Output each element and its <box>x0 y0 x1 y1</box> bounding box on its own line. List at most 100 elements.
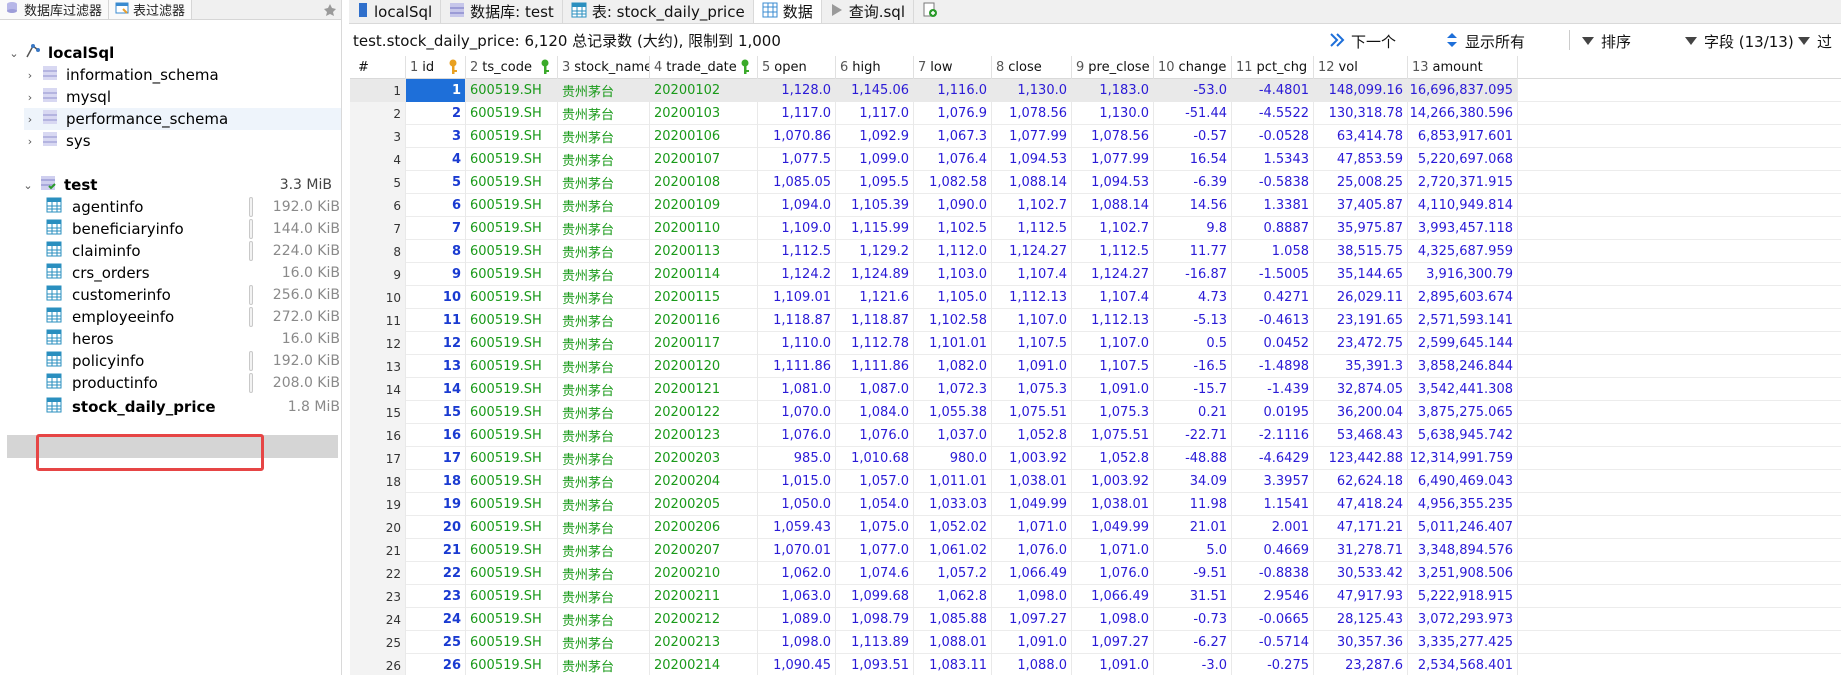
table-cell[interactable]: 148,099.16 <box>1314 79 1408 102</box>
table-cell[interactable]: 1,118.87 <box>836 309 914 332</box>
column-header[interactable]: 3 stock_name <box>558 56 650 79</box>
table-cell[interactable]: 1,118.87 <box>758 309 836 332</box>
table-cell[interactable]: 2,720,371.915 <box>1408 171 1518 194</box>
table-cell[interactable]: 6,490,469.043 <box>1408 470 1518 493</box>
table-item[interactable]: agentinfo 192.0 KiB <box>40 196 340 218</box>
table-cell[interactable]: 13 <box>406 355 466 378</box>
table-cell[interactable]: 贵州茅台 <box>558 447 650 470</box>
table-cell[interactable]: 600519.SH <box>466 355 558 378</box>
tree-db-item[interactable]: › sys <box>24 130 91 152</box>
table-cell[interactable]: 20200114 <box>650 263 758 286</box>
table-cell[interactable]: 1,075.51 <box>992 401 1072 424</box>
table-cell[interactable]: 3,251,908.506 <box>1408 562 1518 585</box>
chevron-down-icon[interactable]: ⌄ <box>8 47 20 60</box>
table-cell[interactable]: 贵州茅台 <box>558 309 650 332</box>
table-cell[interactable]: 1,075.3 <box>1072 401 1154 424</box>
table-cell[interactable]: 1,105.39 <box>836 194 914 217</box>
table-cell[interactable]: 0.4271 <box>1232 286 1314 309</box>
table-cell[interactable]: 600519.SH <box>466 125 558 148</box>
table-cell[interactable]: 贵州茅台 <box>558 79 650 102</box>
table-cell[interactable]: 35,975.87 <box>1314 217 1408 240</box>
table-cell[interactable]: 1,107.5 <box>1072 355 1154 378</box>
table-cell[interactable]: 1,081.0 <box>758 378 836 401</box>
table-cell[interactable]: 1,038.01 <box>992 470 1072 493</box>
table-cell[interactable]: 1,055.38 <box>914 401 992 424</box>
table-row[interactable]: 9 9 600519.SH 贵州茅台 20200114 1,124.2 1,124.89 1,… <box>350 263 1841 286</box>
table-row[interactable]: 7 7 600519.SH 贵州茅台 20200110 1,109.0 1,115.99 1,… <box>350 217 1841 240</box>
table-filter-tab[interactable]: 表过滤器 <box>109 0 193 19</box>
chevron-right-icon[interactable]: › <box>24 135 36 148</box>
table-cell[interactable]: 1,109.01 <box>758 286 836 309</box>
table-cell[interactable]: 9.8 <box>1154 217 1232 240</box>
table-cell[interactable]: 20200123 <box>650 424 758 447</box>
table-cell[interactable]: -51.44 <box>1154 102 1232 125</box>
table-cell[interactable]: 1,110.0 <box>758 332 836 355</box>
table-cell[interactable]: 贵州茅台 <box>558 148 650 171</box>
chevron-right-icon[interactable]: › <box>24 113 36 126</box>
table-item[interactable]: policyinfo 192.0 KiB <box>40 350 340 372</box>
table-cell[interactable]: 600519.SH <box>466 539 558 562</box>
table-cell[interactable]: 1,102.5 <box>914 217 992 240</box>
table-cell[interactable]: 1,015.0 <box>758 470 836 493</box>
table-item[interactable]: claiminfo 224.0 KiB <box>40 240 340 262</box>
table-cell[interactable]: 6 <box>406 194 466 217</box>
table-cell[interactable]: 16 <box>406 424 466 447</box>
table-cell[interactable]: 1,112.5 <box>1072 240 1154 263</box>
table-cell[interactable]: 1,112.5 <box>758 240 836 263</box>
table-cell[interactable]: 130,318.78 <box>1314 102 1408 125</box>
table-cell[interactable]: 3,858,246.844 <box>1408 355 1518 378</box>
table-cell[interactable]: 4,956,355.235 <box>1408 493 1518 516</box>
table-cell[interactable]: 1,049.99 <box>992 493 1072 516</box>
table-cell[interactable]: 16,696,837.095 <box>1408 79 1518 102</box>
tab-data[interactable]: 数据 <box>753 0 822 23</box>
table-row[interactable]: 25 25 600519.SH 贵州茅台 20200213 1,098.0 1,113.89… <box>350 631 1841 654</box>
table-cell[interactable]: 1,085.05 <box>758 171 836 194</box>
table-cell[interactable]: 600519.SH <box>466 79 558 102</box>
table-cell[interactable]: 1,107.5 <box>992 332 1072 355</box>
table-cell[interactable]: 34.09 <box>1154 470 1232 493</box>
table-cell[interactable]: 980.0 <box>914 447 992 470</box>
table-cell[interactable]: 20200206 <box>650 516 758 539</box>
table-cell[interactable]: 贵州茅台 <box>558 263 650 286</box>
table-cell[interactable]: 20200113 <box>650 240 758 263</box>
table-cell[interactable]: 24 <box>406 608 466 631</box>
table-cell[interactable]: 600519.SH <box>466 401 558 424</box>
table-cell[interactable]: 1,107.0 <box>992 309 1072 332</box>
table-cell[interactable]: 1,057.0 <box>836 470 914 493</box>
table-cell[interactable]: 21.01 <box>1154 516 1232 539</box>
column-header[interactable]: 4 trade_date <box>650 56 758 79</box>
table-cell[interactable]: 12 <box>406 332 466 355</box>
table-cell[interactable]: -0.8838 <box>1232 562 1314 585</box>
table-cell[interactable]: 2.9546 <box>1232 585 1314 608</box>
table-cell[interactable]: 123,442.88 <box>1314 447 1408 470</box>
table-cell[interactable]: 1.5343 <box>1232 148 1314 171</box>
table-cell[interactable]: 1,062.8 <box>914 585 992 608</box>
table-cell[interactable]: 1,089.0 <box>758 608 836 631</box>
table-cell[interactable]: 1.1541 <box>1232 493 1314 516</box>
column-header[interactable]: 10 change <box>1154 56 1232 79</box>
table-cell[interactable]: 1,105.0 <box>914 286 992 309</box>
table-cell[interactable]: 1,071.0 <box>1072 539 1154 562</box>
table-cell[interactable]: 1,049.99 <box>1072 516 1154 539</box>
table-cell[interactable]: 1,090.45 <box>758 654 836 675</box>
table-cell[interactable]: 1,088.0 <box>992 654 1072 675</box>
table-cell[interactable]: 3.3957 <box>1232 470 1314 493</box>
table-cell[interactable]: -9.51 <box>1154 562 1232 585</box>
table-cell[interactable]: 贵州茅台 <box>558 562 650 585</box>
table-cell[interactable]: 1,082.58 <box>914 171 992 194</box>
table-cell[interactable]: -0.57 <box>1154 125 1232 148</box>
table-cell[interactable]: 20200122 <box>650 401 758 424</box>
table-cell[interactable]: 1,102.7 <box>992 194 1072 217</box>
table-cell[interactable]: -16.87 <box>1154 263 1232 286</box>
table-cell[interactable]: 3,916,300.79 <box>1408 263 1518 286</box>
pin-icon[interactable] <box>319 0 341 19</box>
table-cell[interactable]: 25,008.25 <box>1314 171 1408 194</box>
table-row[interactable]: 12 12 600519.SH 贵州茅台 20200117 1,110.0 1,112.78… <box>350 332 1841 355</box>
table-cell[interactable]: 1,109.0 <box>758 217 836 240</box>
table-cell[interactable]: 1,091.0 <box>992 355 1072 378</box>
table-cell[interactable]: 23,472.75 <box>1314 332 1408 355</box>
table-cell[interactable]: 1,076.0 <box>1072 562 1154 585</box>
table-cell[interactable]: -0.275 <box>1232 654 1314 675</box>
tab-connection[interactable]: localSql <box>349 0 442 23</box>
table-cell[interactable]: 5 <box>406 171 466 194</box>
